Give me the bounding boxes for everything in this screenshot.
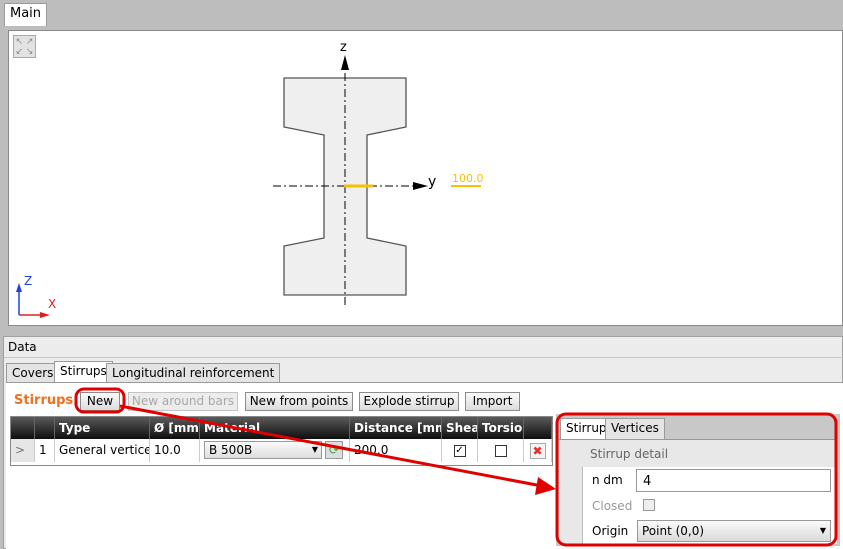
tab-longitudinal-reinforcement[interactable]: Longitudinal reinforcement [106, 363, 281, 383]
y-arrow-icon [413, 182, 428, 190]
col-header-shear[interactable]: Shear [442, 417, 478, 439]
stirrups-table: Type Ø [mm] Material Distance [mm] Shear… [10, 416, 553, 466]
closed-checkbox [643, 499, 655, 511]
y-axis-label: y [428, 174, 437, 190]
refresh-icon: ⟳ [328, 443, 340, 457]
col-header-distance[interactable]: Distance [mm] [350, 417, 442, 439]
shear-checkbox[interactable]: ✓ [453, 444, 466, 457]
z-axis-label: z [340, 40, 347, 55]
col-header-index [35, 417, 55, 439]
z-arrow-icon [341, 55, 349, 70]
origin-value: Point (0,0) [642, 524, 705, 538]
stirrups-section-label: Stirrups [14, 393, 74, 408]
triad-x-arrow-icon [40, 312, 50, 318]
row-material-cell: B 500B ▼ ⟳ [200, 439, 350, 462]
col-header-expander [11, 417, 35, 439]
tab-covers[interactable]: Covers [6, 363, 60, 383]
row-type[interactable]: General vertices [55, 439, 150, 462]
n-dm-label: n dm [592, 473, 623, 487]
material-dropdown[interactable]: B 500B ▼ [204, 441, 322, 459]
row-distance[interactable]: 200.0 [350, 439, 442, 462]
col-header-diameter[interactable]: Ø [mm] [150, 417, 200, 439]
origin-label: Origin [592, 524, 629, 538]
data-panel-title: Data [8, 340, 37, 354]
stirrup-detail-header: Stirrup detail [559, 440, 837, 467]
triad-z-label: Z [24, 274, 33, 288]
row-torsion[interactable] [478, 439, 524, 462]
col-header-type[interactable]: Type [55, 417, 150, 439]
col-header-torsion[interactable]: Torsion [478, 417, 524, 439]
triad-x-label: X [48, 297, 57, 311]
refresh-material-button[interactable]: ⟳ [325, 441, 343, 459]
section-drawing [16, 55, 481, 318]
explode-stirrup-button[interactable]: Explode stirrup [359, 392, 459, 411]
row-diameter[interactable]: 10.0 [150, 439, 200, 462]
torsion-checkbox[interactable] [494, 444, 507, 457]
new-around-bars-button: New around bars [128, 392, 238, 411]
material-value: B 500B [209, 443, 253, 457]
tab-vertices[interactable]: Vertices [605, 418, 665, 439]
origin-dropdown[interactable]: Point (0,0) ▼ [637, 520, 831, 542]
closed-label: Closed [592, 499, 633, 513]
col-header-material[interactable]: Material [200, 417, 350, 439]
dimension-label: 100.0 [452, 172, 484, 185]
col-header-delete [524, 417, 552, 439]
chevron-down-icon: ▼ [819, 526, 826, 535]
new-from-points-button[interactable]: New from points [245, 392, 353, 411]
row-index: 1 [35, 439, 55, 462]
new-button[interactable]: New [80, 392, 120, 411]
chevron-down-icon: ▼ [311, 445, 318, 454]
row-expander[interactable]: > [11, 439, 35, 462]
tab-stirrups[interactable]: Stirrups [54, 361, 113, 383]
n-dm-input[interactable]: 4 [636, 469, 831, 492]
delete-icon[interactable]: ✖ [529, 442, 546, 459]
triad-z-arrow-icon [16, 283, 22, 292]
row-delete[interactable]: ✖ [524, 439, 552, 462]
import-button[interactable]: Import [465, 392, 520, 411]
row-shear[interactable]: ✓ [442, 439, 478, 462]
